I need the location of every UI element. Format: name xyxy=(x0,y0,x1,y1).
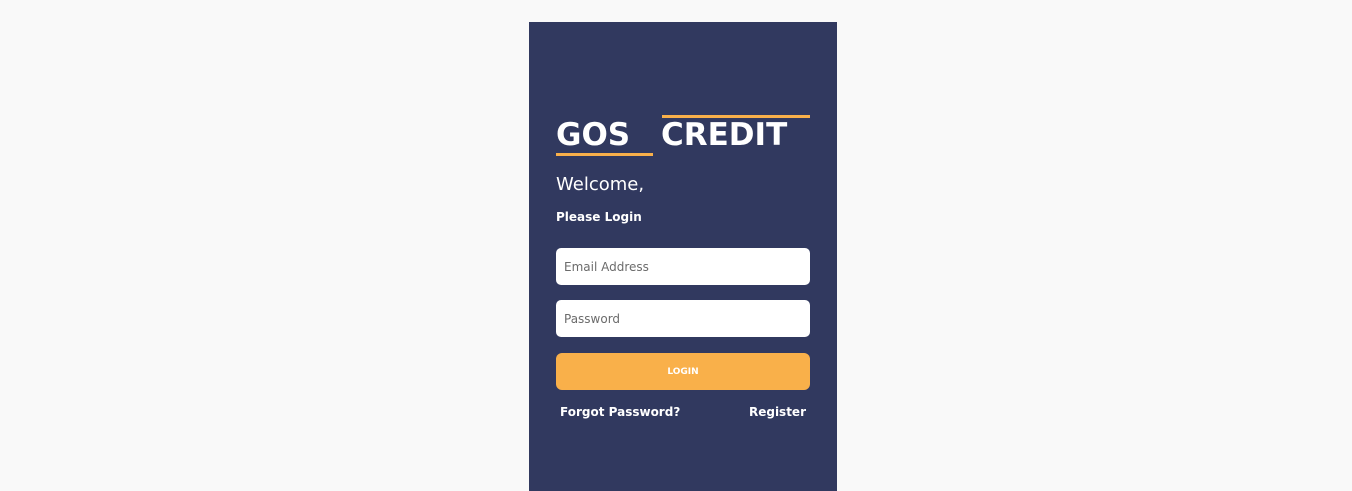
login-subtitle: Please Login xyxy=(556,210,642,224)
login-button[interactable]: LOGIN xyxy=(556,353,810,390)
welcome-heading: Welcome, xyxy=(556,174,645,195)
register-link[interactable]: Register xyxy=(749,405,806,419)
logo-word-credit: CREDIT xyxy=(661,117,788,153)
logo-word-gos: GOS xyxy=(556,117,631,153)
logo-overline-accent xyxy=(662,115,810,118)
login-panel: GOS CREDIT Welcome, Please Login LOGIN F… xyxy=(529,22,837,491)
email-input[interactable] xyxy=(556,248,810,285)
logo-underline-accent xyxy=(556,153,653,156)
forgot-password-link[interactable]: Forgot Password? xyxy=(560,405,680,419)
gos-credit-logo: GOS CREDIT xyxy=(556,115,810,157)
password-input[interactable] xyxy=(556,300,810,337)
